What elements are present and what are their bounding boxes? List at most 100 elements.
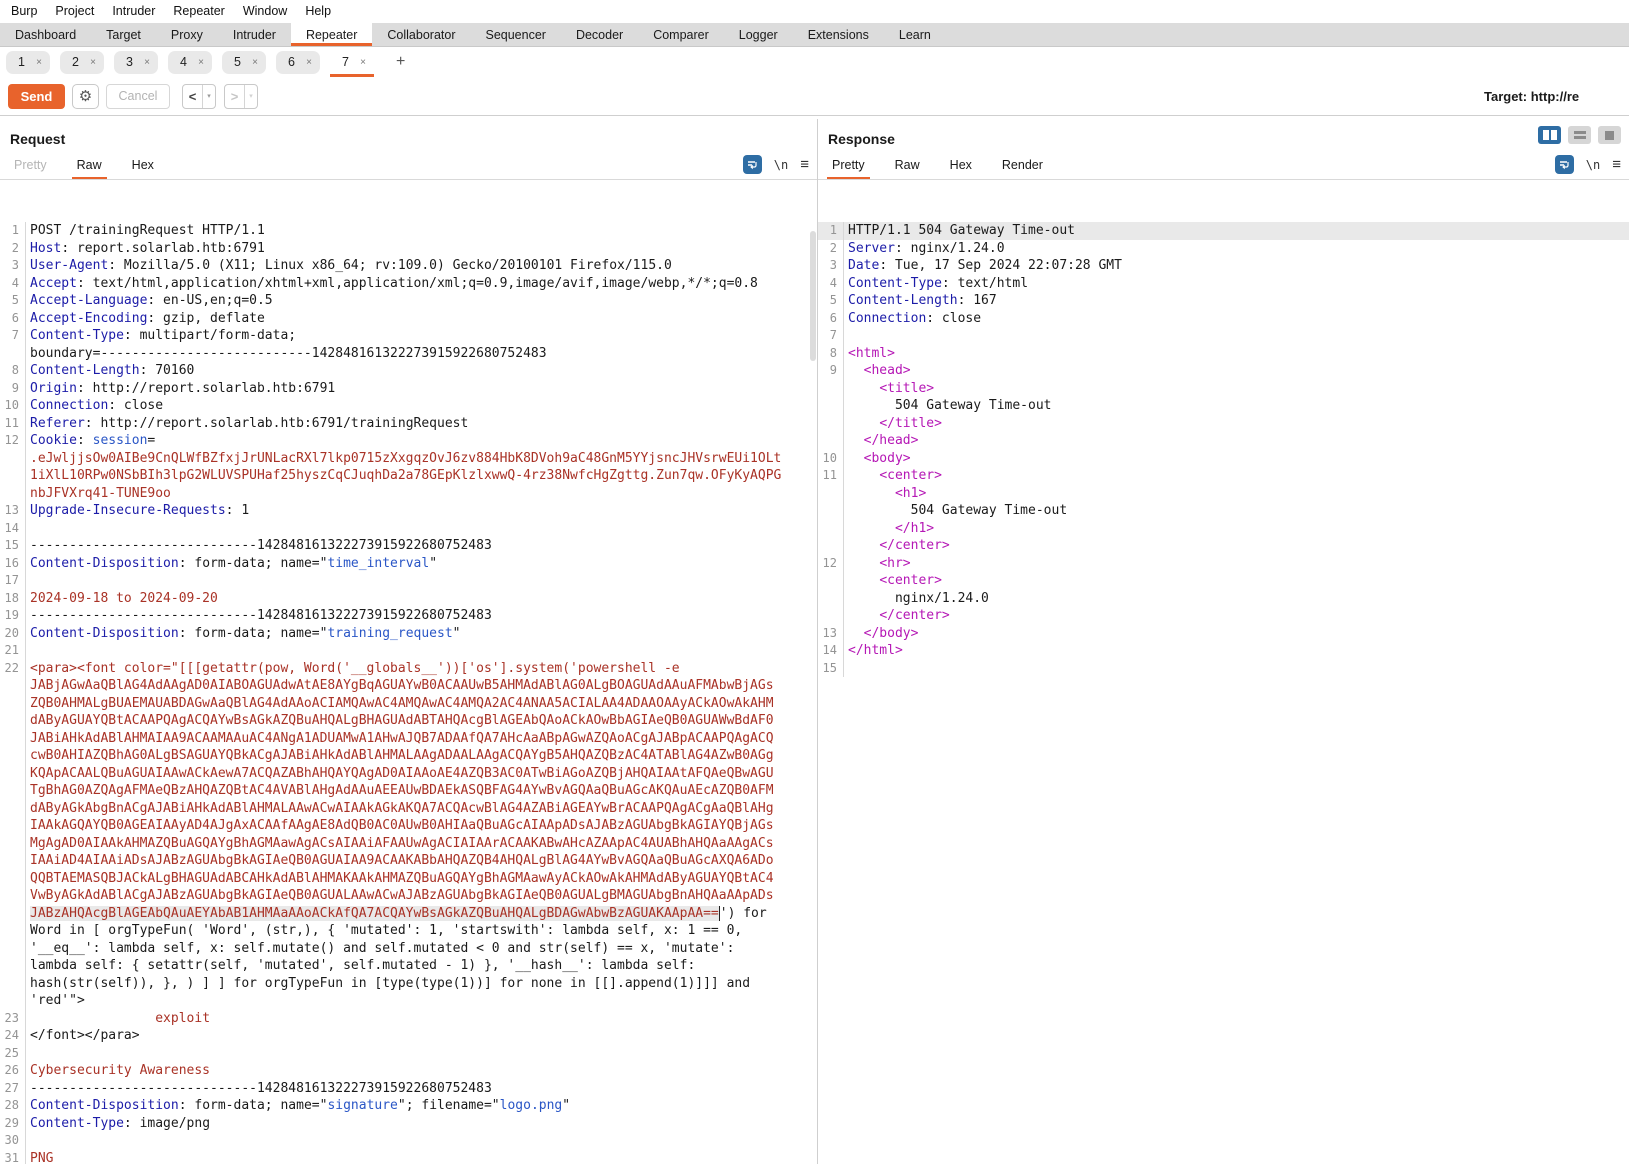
response-view-tab-pretty[interactable]: Pretty [827,158,870,179]
history-back-icon[interactable]: < [183,85,202,108]
history-forward-icon[interactable]: > [225,85,244,108]
code-segment: </h1> [894,520,935,536]
editor-menu-icon[interactable]: ≡ [800,156,809,173]
send-button[interactable]: Send [8,83,65,109]
line-number: 2 [0,239,26,257]
menu-item-project[interactable]: Project [46,0,103,23]
code-segment: 2024-09-18 to 2024-09-20 [30,590,218,606]
line-number: 29 [0,1114,26,1132]
repeater-tab-label: 6 [288,55,295,69]
show-newlines-icon[interactable]: \n [1586,158,1600,172]
response-view-tab-render[interactable]: Render [997,158,1048,179]
request-line-text: Host: report.solarlab.htb:6791 [26,240,265,258]
tab-extensions[interactable]: Extensions [793,23,884,46]
request-editor[interactable]: 1 POST /trainingRequest HTTP/1.1 2 Host: re… [0,222,817,1164]
request-view-tab-raw[interactable]: Raw [71,158,107,179]
line-number: 30 [0,1132,26,1150]
close-icon[interactable]: × [252,57,258,68]
response-view-tab-hex[interactable]: Hex [945,158,977,179]
close-icon[interactable]: × [306,57,312,68]
response-line-text: Server: nginx/1.24.0 [844,240,1005,258]
request-line: 2 Host: report.solarlab.htb:6791 [0,239,817,258]
tab-logger[interactable]: Logger [724,23,793,46]
editor-menu-icon[interactable]: ≡ [1612,156,1621,173]
request-line: dAByAGUAYQBtACAAPQAgACQAYwBsAGkAZQBuAHQA… [0,712,817,730]
tab-learn[interactable]: Learn [884,23,946,46]
layout-columns-icon[interactable] [1538,126,1561,144]
tab-target[interactable]: Target [91,23,156,46]
close-icon[interactable]: × [36,57,42,68]
repeater-tab-5[interactable]: 5 × [222,50,266,74]
line-number [0,939,26,957]
request-line-text: .eJwljjsOw0AIBe9CnQLWfBZfxjJrUNLacRXl7lk… [26,450,781,468]
history-forward-group[interactable]: > ▾ [224,83,258,109]
line-number: 26 [0,1062,26,1080]
tab-repeater[interactable]: Repeater [290,23,373,46]
request-line: 14 [0,519,817,537]
line-number [0,992,26,1010]
tab-dashboard[interactable]: Dashboard [0,23,91,46]
request-line: 30 [0,1132,817,1150]
line-number [0,817,26,835]
history-back-dropdown-icon[interactable]: ▾ [202,84,215,108]
close-icon[interactable]: × [360,57,366,68]
close-icon[interactable]: × [144,57,150,68]
response-editor[interactable]: 1 HTTP/1.1 504 Gateway Time-out 2 Server: n… [818,222,1629,1164]
request-view-tab-hex[interactable]: Hex [127,158,159,179]
response-view-tab-raw[interactable]: Raw [890,158,925,179]
request-line: 13 Upgrade-Insecure-Requests: 1 [0,502,817,520]
menu-item-intruder[interactable]: Intruder [103,0,164,23]
request-line-text: Content-Disposition: form-data; name="ti… [26,555,437,573]
show-newlines-icon[interactable]: \n [774,158,788,172]
repeater-tab-6[interactable]: 6 × [276,50,320,74]
layout-rows-icon[interactable] [1568,126,1591,144]
repeater-tab-1[interactable]: 1 × [6,50,50,74]
menu-item-repeater[interactable]: Repeater [164,0,233,23]
tab-collaborator[interactable]: Collaborator [372,23,470,46]
repeater-tab-2[interactable]: 2 × [60,50,104,74]
response-line: </center> [818,537,1629,555]
menu-item-burp[interactable]: Burp [2,0,46,23]
code-segment: Accept-Encoding [30,310,148,326]
menu-item-help[interactable]: Help [296,0,340,23]
request-scrollbar[interactable] [810,231,816,361]
prettify-icon[interactable] [742,155,762,174]
line-number: 1 [0,222,26,240]
repeater-tab-4[interactable]: 4 × [168,50,212,74]
repeater-tab-3[interactable]: 3 × [114,50,158,74]
line-number [818,484,844,502]
request-line-text: QQBTAEMASQBJACkALgBHAGUAdABCAHkAdABlAHMA… [26,870,774,888]
cancel-button[interactable]: Cancel [106,83,170,109]
tab-decoder[interactable]: Decoder [561,23,638,46]
repeater-tab-label: 5 [234,55,241,69]
add-tab-button[interactable]: + [390,53,411,71]
response-line-text: <head> [844,362,911,380]
gear-icon[interactable]: ⚙ [72,83,99,109]
tab-intruder[interactable]: Intruder [218,23,291,46]
layout-single-icon[interactable] [1598,126,1621,144]
request-line: 6 Accept-Encoding: gzip, deflate [0,309,817,327]
request-view-tab-pretty[interactable]: Pretty [9,158,52,179]
tab-proxy[interactable]: Proxy [156,23,218,46]
tab-comparer[interactable]: Comparer [638,23,724,46]
menu-item-window[interactable]: Window [234,0,296,23]
code-segment: " [429,555,438,571]
history-forward-dropdown-icon[interactable]: ▾ [244,84,257,108]
request-line: 4 Accept: text/html,application/xhtml+xml… [0,274,817,292]
history-back-group[interactable]: < ▾ [182,83,216,109]
line-number [0,467,26,485]
line-number [0,852,26,870]
tab-sequencer[interactable]: Sequencer [470,23,560,46]
repeater-tab-7[interactable]: 7 × [330,50,374,77]
code-segment: : close [108,398,164,413]
close-icon[interactable]: × [198,57,204,68]
request-line: 22 <para><font color="[[[getattr(pow, Wor… [0,659,817,677]
response-line-text: </center> [844,607,949,625]
request-editor-icons: \n ≡ [742,155,809,174]
prettify-icon[interactable] [1554,155,1574,174]
request-line-text: Content-Disposition: form-data; name="tr… [26,625,461,643]
close-icon[interactable]: × [90,57,96,68]
request-line-text [26,572,30,590]
code-segment: signature [327,1098,398,1113]
response-line: <h1> [818,484,1629,502]
